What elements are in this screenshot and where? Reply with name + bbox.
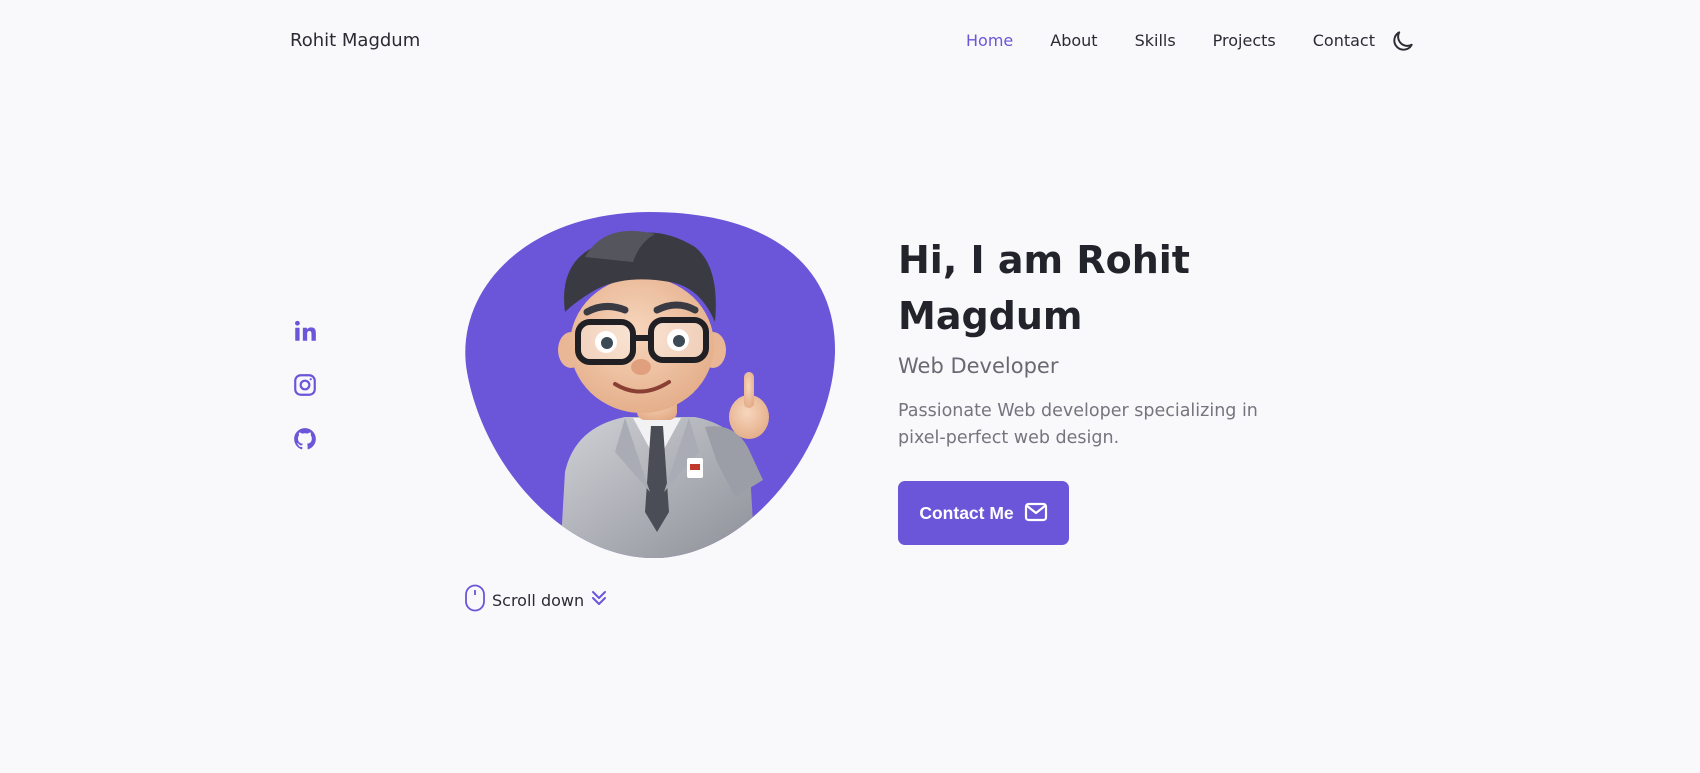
site-header: Rohit Magdum Home About Skills Projects … (0, 0, 1700, 84)
moon-icon[interactable] (1390, 28, 1416, 54)
linkedin-icon[interactable] (292, 318, 318, 344)
main-nav: Home About Skills Projects Contact (966, 31, 1375, 50)
scroll-down-label: Scroll down (492, 590, 585, 610)
hero-section: Hi, I am Rohit Magdum Web Developer Pass… (898, 232, 1278, 452)
contact-me-button[interactable]: Contact Me (898, 481, 1069, 545)
envelope-icon (1024, 502, 1048, 525)
instagram-icon[interactable] (292, 372, 318, 398)
cartoon-developer-avatar (465, 212, 836, 558)
github-icon[interactable] (292, 426, 318, 452)
nav-contact[interactable]: Contact (1313, 31, 1375, 50)
nav-projects[interactable]: Projects (1213, 31, 1276, 50)
brand-logo[interactable]: Rohit Magdum (290, 30, 420, 51)
social-links (292, 318, 318, 452)
nav-skills[interactable]: Skills (1135, 31, 1176, 50)
nav-about[interactable]: About (1050, 31, 1097, 50)
hero-subtitle: Web Developer (898, 354, 1059, 378)
nav-home[interactable]: Home (966, 31, 1013, 50)
contact-me-label: Contact Me (919, 502, 1014, 523)
double-chevron-down-icon (590, 589, 608, 611)
hero-title: Hi, I am Rohit Magdum (898, 238, 1190, 338)
scroll-down-link[interactable]: Scroll down (464, 584, 608, 616)
mouse-icon (464, 584, 486, 616)
hero-description: Passionate Web developer specializing in… (898, 401, 1258, 448)
